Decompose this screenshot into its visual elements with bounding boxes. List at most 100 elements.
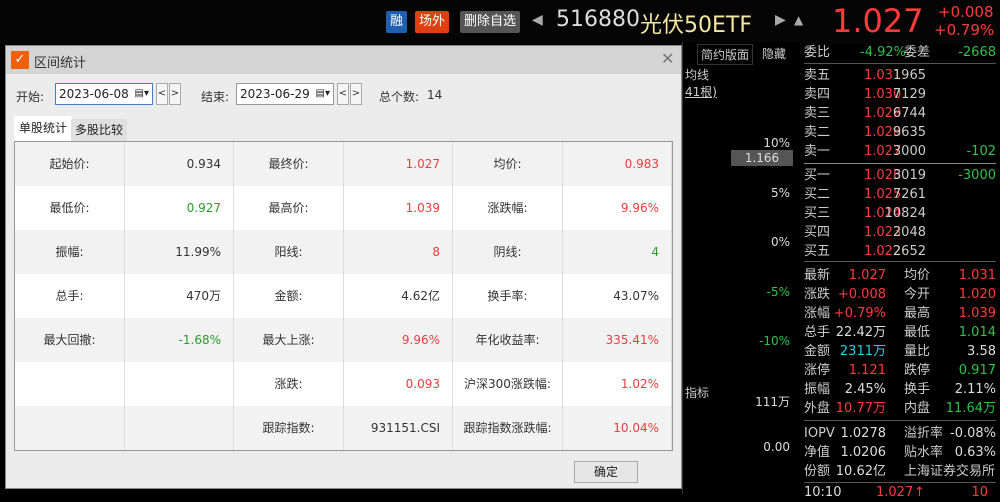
stat-value: 1.039 (344, 186, 453, 230)
level-change: -3000 (958, 168, 996, 183)
next-stock-icon[interactable]: ▶ (775, 12, 786, 28)
stat-label: 最终价: (234, 142, 344, 186)
orderbook-row: 最新 1.027 均价 1.031 (804, 266, 998, 285)
pct-tick: 10% (763, 136, 790, 150)
end-next-button[interactable]: > (350, 83, 362, 105)
stat-value: 1.020 (958, 287, 996, 302)
stat-value: 931151.CSI (344, 406, 453, 450)
stat-value: 11.99% (125, 230, 234, 274)
stat-label: 最低 (904, 325, 931, 340)
level-volume: 7129 (892, 87, 926, 102)
stat-label: 阳线: (234, 230, 344, 274)
stat-value: 4 (563, 230, 672, 274)
table-row: 最大回撤: -1.68% 最大上涨: 9.96% 年化收益率: 335.41% (15, 318, 672, 362)
level-label: 卖三 (804, 106, 831, 121)
stat-label: 最高 (904, 306, 931, 321)
level-label: 卖五 (804, 68, 831, 83)
stat-label: 换手率: (453, 274, 563, 318)
ma-selector[interactable]: 均线 (685, 66, 709, 83)
level-label: 买四 (804, 225, 831, 240)
etf-label: 份额 (804, 464, 831, 479)
chart-area[interactable]: 简约版面 隐藏 均线 41根) 1.166 10% 5% 0% -5% -10%… (682, 42, 800, 494)
stat-value: 4.62亿 (344, 274, 453, 318)
end-label: 结束: (201, 90, 230, 104)
start-date-input[interactable]: 2023-06-08 ▤▾ (55, 83, 153, 105)
pct-tick: 5% (770, 186, 790, 200)
table-row: 振幅: 11.99% 阳线: 8 阴线: 4 (15, 230, 672, 274)
stat-label (15, 362, 125, 406)
stat-value: 1.02% (563, 362, 672, 406)
orderbook-row: IOPV 1.0278 溢折率 -0.08% (804, 424, 998, 443)
orderbook-row: 振幅 2.45% 换手 2.11% (804, 380, 998, 399)
tab-multi-compare[interactable]: 多股比较 (71, 119, 128, 141)
level-volume: 9635 (892, 125, 926, 140)
stat-label: 换手 (904, 382, 931, 397)
level-volume: 6744 (892, 106, 926, 121)
end-prev-button[interactable]: < (337, 83, 349, 105)
tab-single-stock[interactable]: 单股统计 (14, 116, 73, 141)
count-label: 总个数: (379, 90, 420, 104)
hide-button[interactable]: 隐藏 (759, 44, 789, 63)
start-next-button[interactable]: > (169, 83, 181, 105)
stat-value: 43.07% (563, 274, 672, 318)
stat-value: 1.039 (958, 306, 996, 321)
alert-bell-icon[interactable]: ▲ (794, 13, 803, 27)
weibi-value: -4.92% (860, 45, 906, 60)
etf-label: IOPV (804, 426, 835, 441)
margin-badge[interactable]: 融 (386, 11, 408, 33)
stat-label: 总手: (15, 274, 125, 318)
prev-stock-icon[interactable]: ◀ (532, 12, 543, 28)
stat-value: 0.093 (344, 362, 453, 406)
orderbook-row: 买二 1.025 7261 (804, 185, 998, 204)
stat-label: 涨幅 (804, 306, 831, 321)
quote-header: 融 场外 删除自选 ◀ 516880 光伏50ETF ▶ ▲ 1.027 +0.… (0, 0, 1000, 44)
start-prev-button[interactable]: < (156, 83, 168, 105)
level-label: 买一 (804, 168, 831, 183)
etf-value: 10.62亿 (835, 464, 886, 479)
stat-value: 0.927 (125, 186, 234, 230)
remove-watchlist-button[interactable]: 删除自选 (460, 11, 521, 33)
stat-label: 涨跌幅: (453, 186, 563, 230)
weicha-value: -2668 (958, 45, 996, 60)
stat-value: +0.008 (837, 287, 886, 302)
orderbook-row: 买三 1.024 10824 (804, 204, 998, 223)
level-label: 买五 (804, 244, 831, 259)
end-date-input[interactable]: 2023-06-29 ▤▾ (236, 83, 334, 105)
stat-label: 量比 (904, 344, 931, 359)
stat-value: 1.027 (344, 142, 453, 186)
stat-label: 最高价: (234, 186, 344, 230)
indicator-label[interactable]: 指标 (685, 384, 709, 401)
stat-value: 1.121 (848, 363, 886, 378)
orderbook-row: 涨幅 +0.79% 最高 1.039 (804, 304, 998, 323)
stat-value: 11.64万 (945, 401, 996, 416)
count-value: 14 (427, 88, 443, 102)
stat-label: 均价: (453, 142, 563, 186)
stock-code: 516880 (556, 7, 640, 32)
pct-tick: -10% (758, 334, 790, 348)
ok-button[interactable]: 确定 (574, 461, 638, 483)
stat-label: 起始价: (15, 142, 125, 186)
level-volume: 1965 (892, 68, 926, 83)
orderbook-row: 卖二 1.028 9635 (804, 123, 998, 142)
level-volume: 2048 (892, 225, 926, 240)
level-label: 买二 (804, 187, 831, 202)
check-logo-icon: ✓ (11, 51, 29, 69)
level-volume: 3000 (892, 144, 926, 159)
otc-badge[interactable]: 场外 (415, 11, 450, 33)
start-label: 开始: (16, 90, 45, 104)
orderbook-row: 买四 1.023 2048 (804, 223, 998, 242)
stat-label: 均价 (904, 268, 931, 283)
weicha-label: 委差 (904, 45, 931, 60)
stat-label (15, 406, 125, 450)
orderbook-row: 总手 22.42万 最低 1.014 (804, 323, 998, 342)
level-volume: 3019 (892, 168, 926, 183)
dialog-titlebar[interactable]: ✓ 区间统计 ✕ (6, 46, 681, 74)
simple-view-button[interactable]: 简约版面 (697, 44, 754, 65)
level-label: 卖二 (804, 125, 831, 140)
stat-value (125, 362, 234, 406)
stat-label: 最大上涨: (234, 318, 344, 362)
stat-value: 335.41% (563, 318, 672, 362)
close-icon[interactable]: ✕ (661, 49, 674, 68)
bars-count-link[interactable]: 41根) (685, 83, 717, 100)
orderbook-row: 净值 1.0206 贴水率 0.63% (804, 443, 998, 462)
